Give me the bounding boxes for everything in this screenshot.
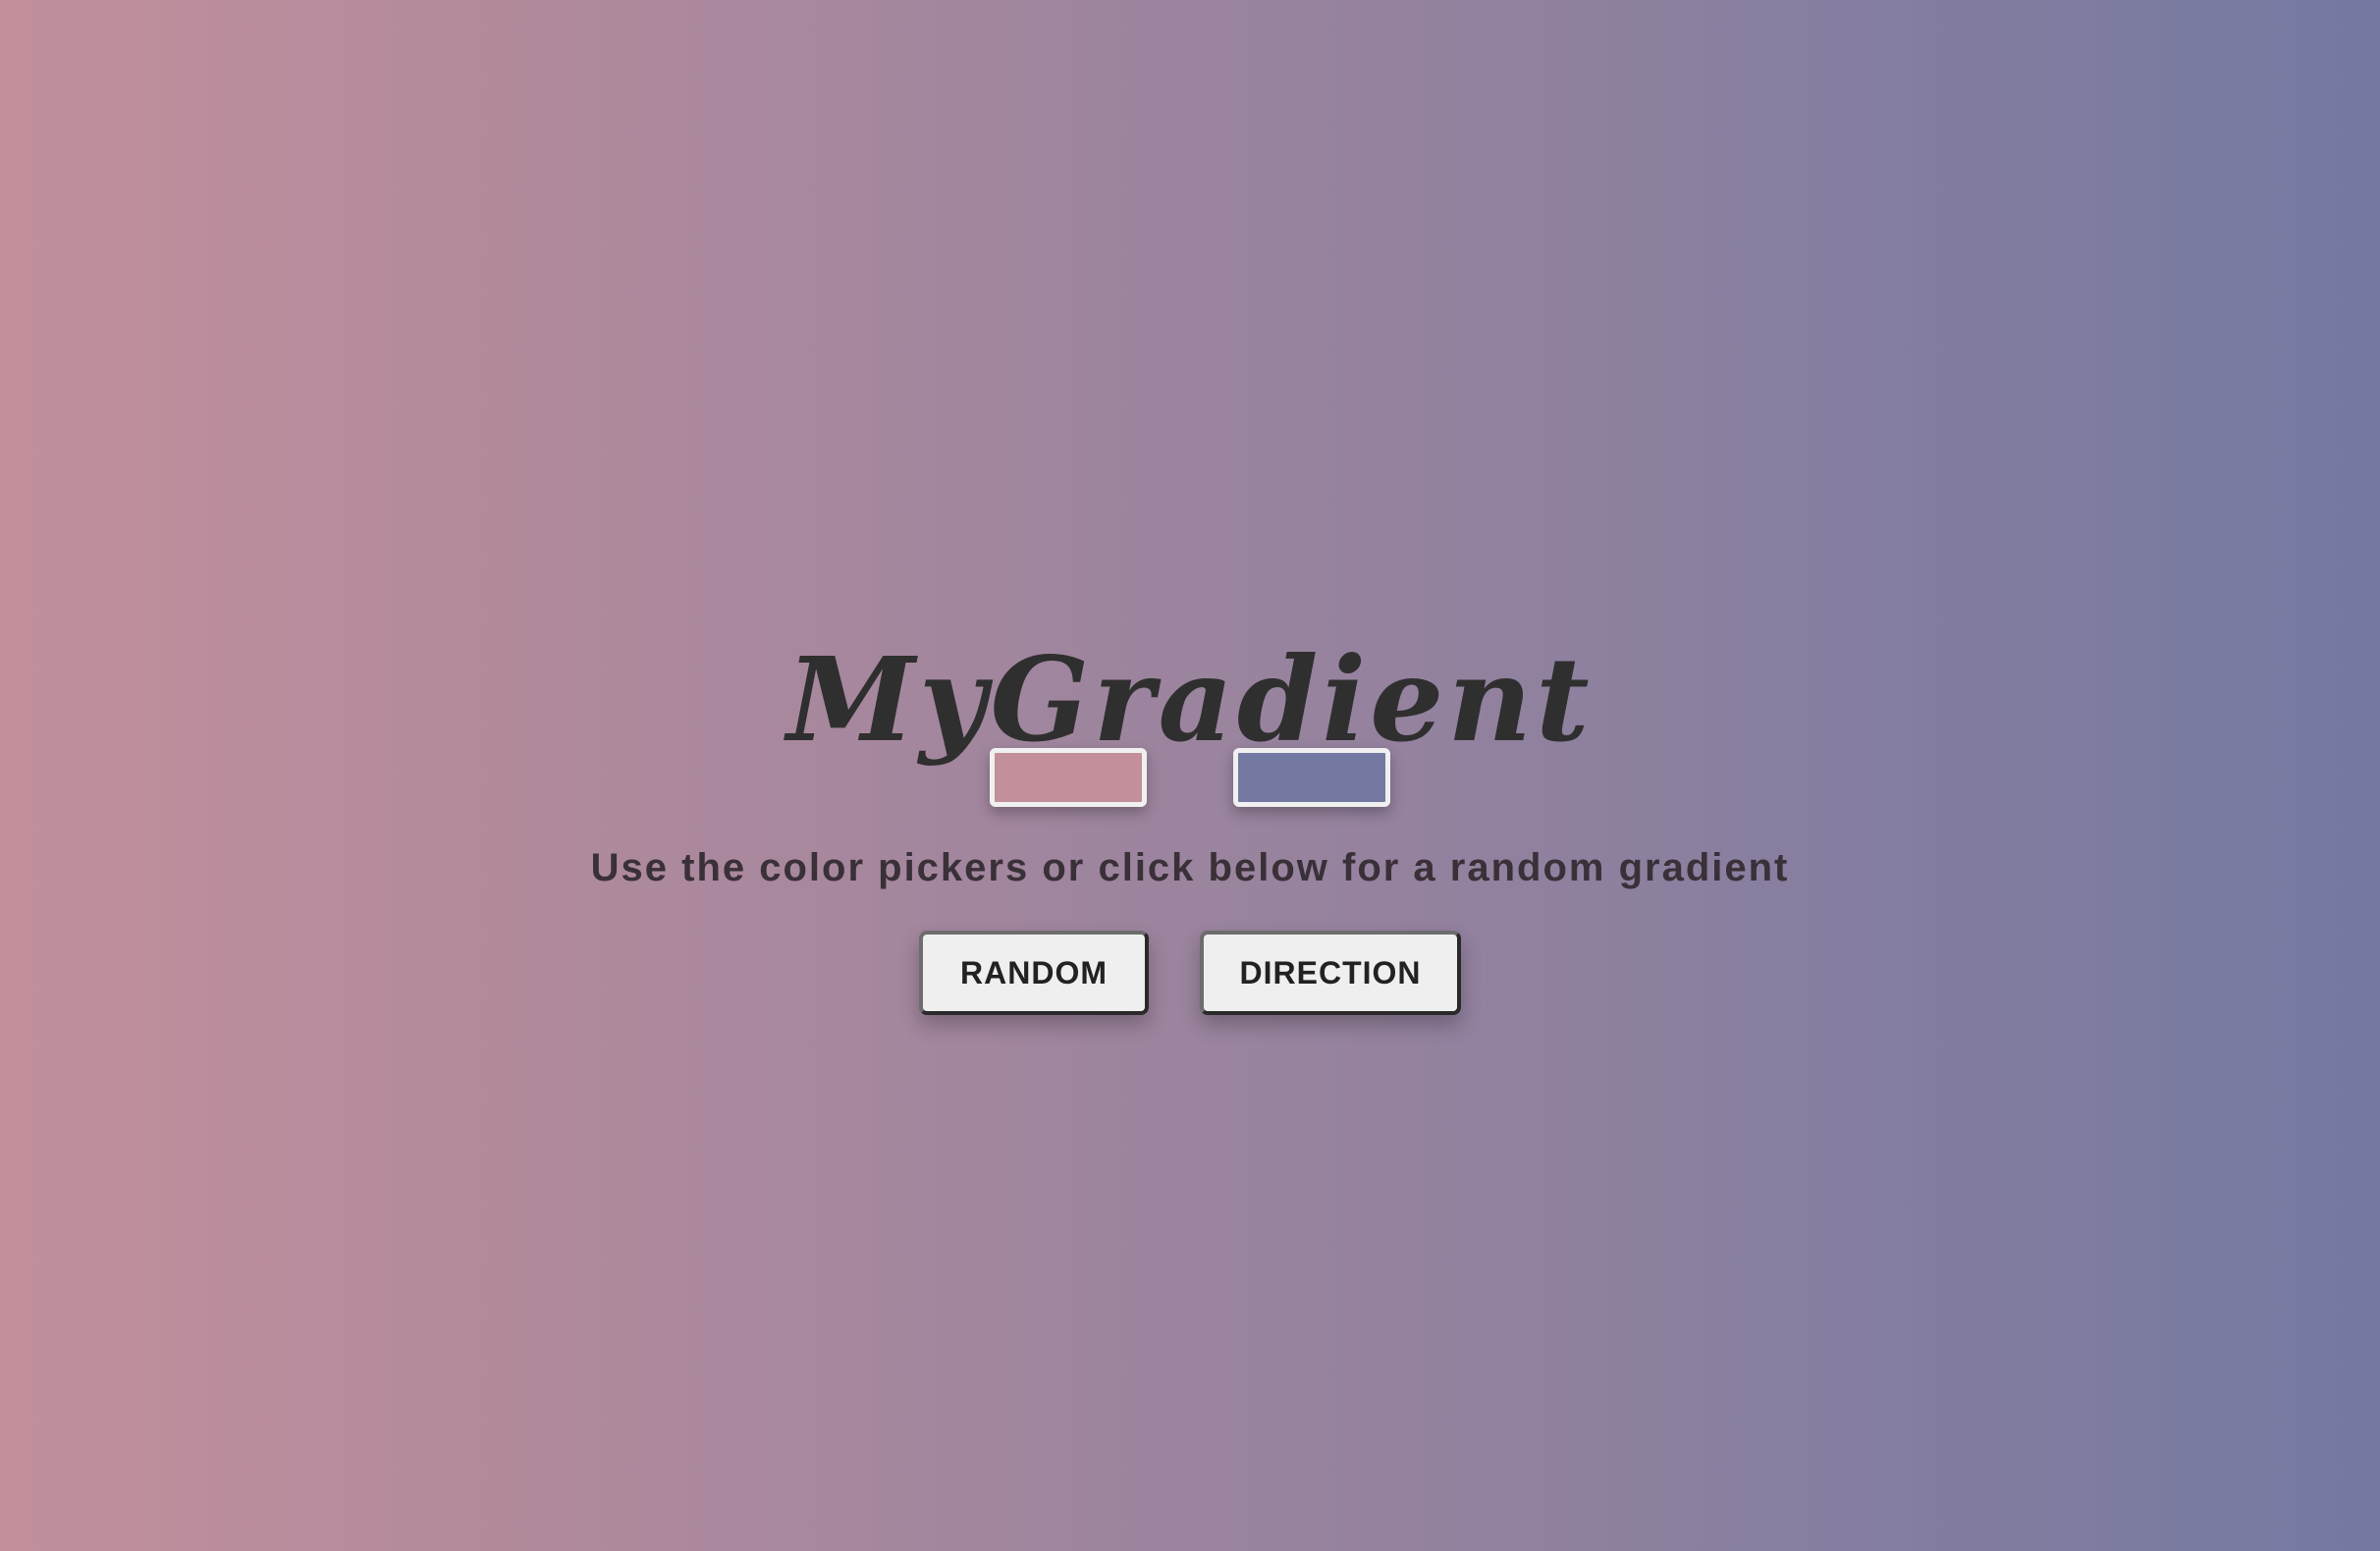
color-picker-1[interactable] [990,748,1147,807]
random-button[interactable]: RANDOM [919,931,1149,1015]
page-title: MyGradient [786,631,1594,769]
color-picker-2[interactable] [1233,748,1390,807]
app-container: MyGradient Use the color pickers or clic… [0,0,2380,1551]
color-pickers [0,748,2380,807]
instructions-text: Use the color pickers or click below for… [590,846,1790,889]
direction-button[interactable]: DIRECTION [1200,931,1461,1015]
button-row: RANDOM DIRECTION [0,931,2380,1015]
